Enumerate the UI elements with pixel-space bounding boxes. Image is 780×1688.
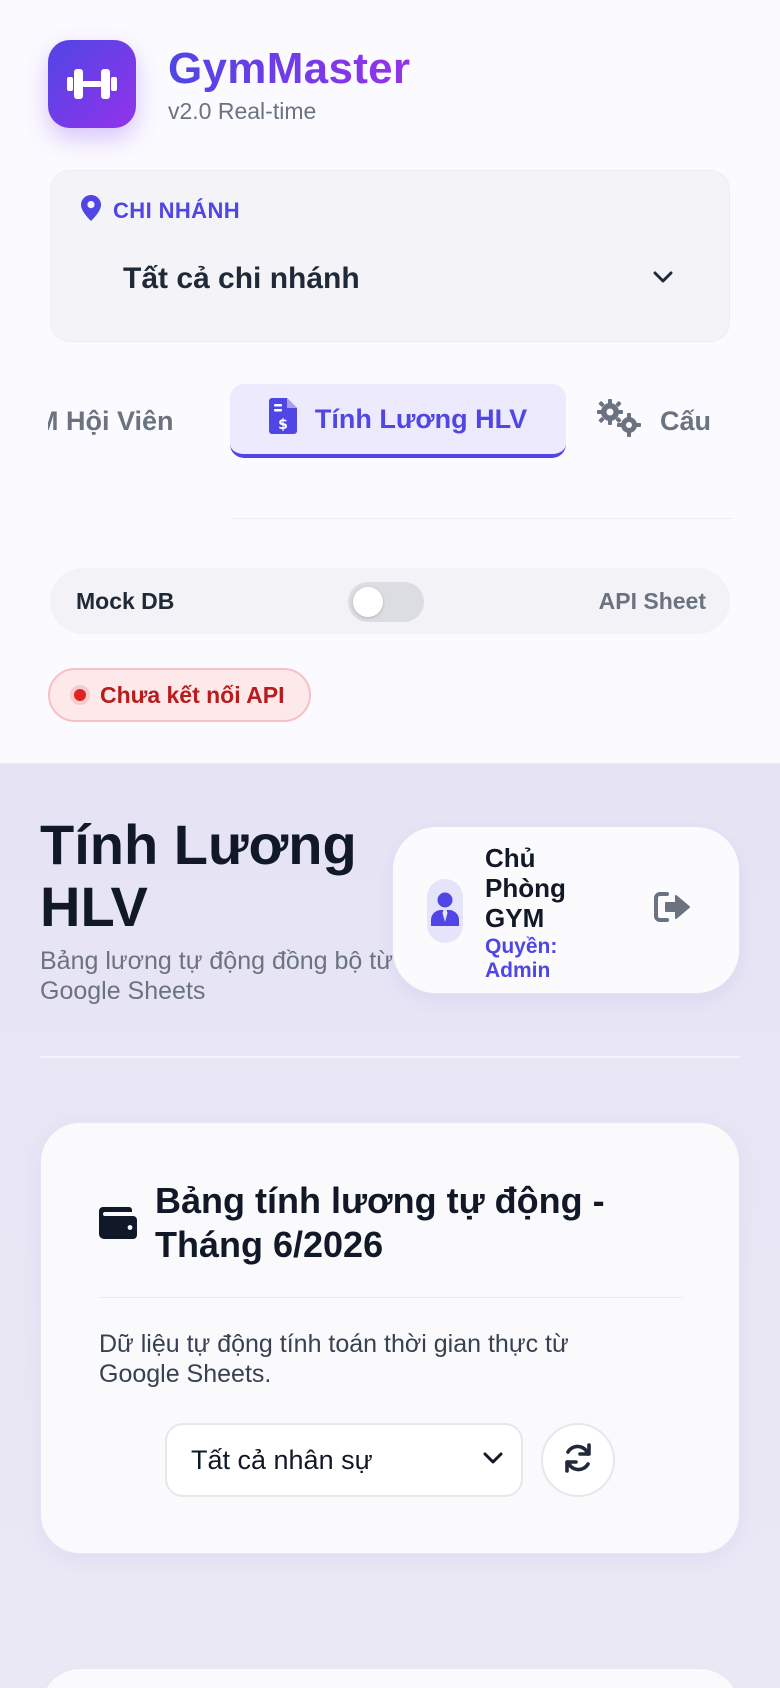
chevron-down-icon <box>483 1451 503 1470</box>
sync-icon <box>562 1442 594 1479</box>
user-card: Chủ Phòng GYM Quyền: Admin <box>392 826 740 994</box>
branch-select[interactable]: Tất cả chi nhánh <box>83 241 703 317</box>
tab-members-label: M Hội Viên <box>48 405 174 436</box>
salary-card: Bảng tính lương tự động - Tháng 6/2026 D… <box>40 1122 740 1554</box>
page-title: Tính Lương HLV <box>40 813 357 938</box>
sidebar: GymMaster v2.0 Real-time CHI NHÁNH Tất c… <box>0 0 780 764</box>
salary-card-title: Bảng tính lương tự động - Tháng 6/2026 <box>155 1180 605 1265</box>
brand-version: v2.0 Real-time <box>168 98 317 124</box>
connection-status-text: Chưa kết nối API <box>100 681 285 708</box>
dumbbell-icon <box>48 40 136 128</box>
svg-text:$: $ <box>278 417 288 433</box>
refresh-button[interactable] <box>541 1423 615 1497</box>
branch-select-value: Tất cả chi nhánh <box>123 262 360 295</box>
staff-filter-select[interactable]: Tất cả nhân sự <box>165 1423 523 1497</box>
sign-out-icon <box>654 891 692 928</box>
user-role: Quyền: Admin <box>485 935 558 982</box>
user-name: Chủ Phòng GYM <box>485 843 566 933</box>
staff-filter-value: Tất cả nhân sự <box>191 1444 373 1475</box>
tab-members[interactable]: M Hội Viên <box>48 384 174 458</box>
brand-name: GymMaster <box>168 44 411 93</box>
branch-label-text: CHI NHÁNH <box>113 198 241 223</box>
user-tie-icon <box>431 892 459 931</box>
map-pin-icon <box>81 195 101 227</box>
header-divider <box>40 1056 740 1058</box>
tab-trainer-salary[interactable]: $ Tính Lương HLV <box>230 384 566 458</box>
tabs-divider <box>232 518 732 519</box>
next-card <box>40 1668 740 1688</box>
tab-config-label: Cấu <box>660 405 712 436</box>
data-source-toggle[interactable] <box>348 582 424 622</box>
page-subtitle: Bảng lương tự động đồng bộ từ Google She… <box>40 947 393 1005</box>
tab-config[interactable]: Cấu <box>596 384 711 458</box>
branch-selector-card: CHI NHÁNH Tất cả chi nhánh <box>50 170 730 342</box>
card-divider <box>99 1297 683 1298</box>
invoice-dollar-icon: $ <box>268 397 297 441</box>
api-sheet-label: API Sheet <box>598 588 706 614</box>
salary-card-description: Dữ liệu tự động tính toán thời gian thực… <box>99 1330 569 1388</box>
branch-label: CHI NHÁNH <box>81 195 240 227</box>
toggle-knob <box>353 587 383 617</box>
data-source-toggle-row: Mock DB API Sheet <box>50 568 730 634</box>
main-content: Tính Lương HLV Bảng lương tự động đồng b… <box>0 764 780 1688</box>
cogs-icon <box>596 398 642 444</box>
tab-trainer-salary-label: Tính Lương HLV <box>314 403 528 434</box>
avatar <box>427 879 463 943</box>
status-dot-icon <box>74 689 86 701</box>
logout-button[interactable] <box>653 889 693 929</box>
connection-status-badge: Chưa kết nối API <box>48 668 311 722</box>
mock-db-label: Mock DB <box>76 588 175 614</box>
nav-tabs: M Hội Viên $ Tính Lương HLV Cấu <box>48 384 732 460</box>
wallet-icon <box>99 1205 139 1241</box>
chevron-down-icon <box>653 270 673 289</box>
